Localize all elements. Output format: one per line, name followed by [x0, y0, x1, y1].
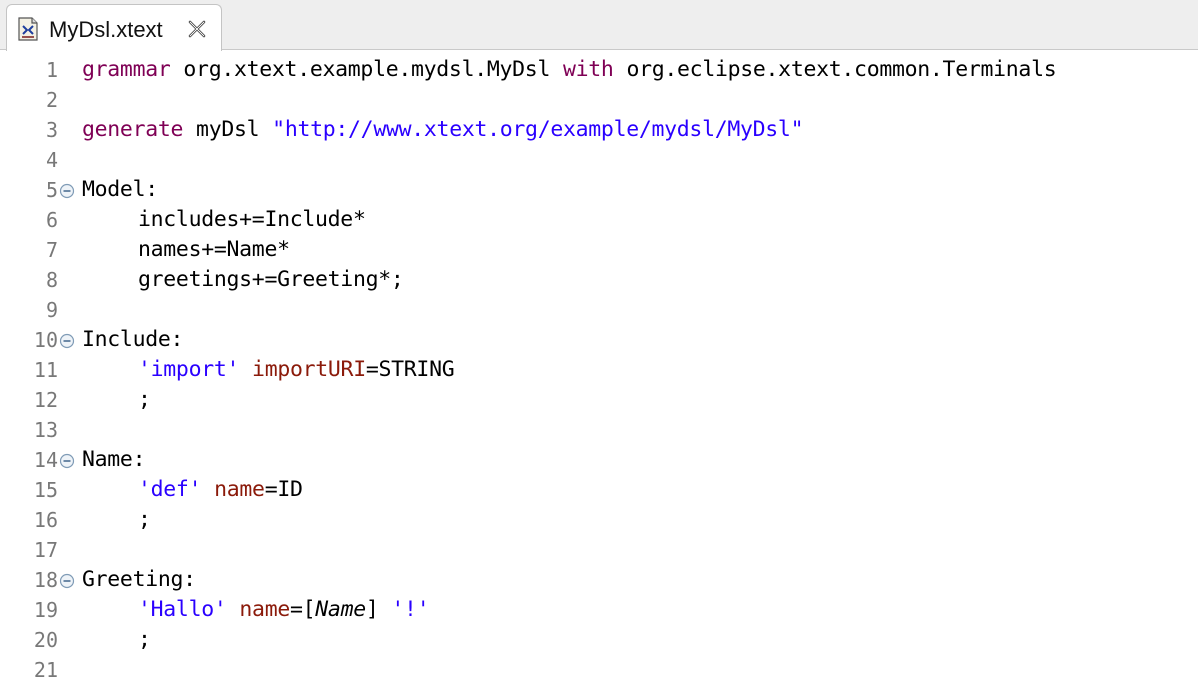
code-line[interactable]: 13: [0, 415, 1198, 445]
collapse-icon[interactable]: [59, 453, 75, 469]
line-number: 12: [33, 388, 58, 412]
code-token: =[: [289, 597, 316, 622]
code-line[interactable]: 3 generate myDsl "http://www.xtext.org/exam…: [0, 115, 1198, 145]
line-number: 8: [45, 268, 58, 292]
code-line[interactable]: 18 Greeting:: [0, 565, 1198, 595]
string-token: 'Hallo': [138, 597, 227, 622]
code-text: 'Hallo' name=[Name] '!': [138, 597, 430, 622]
code-text: generate myDsl "http://www.xtext.org/examp…: [82, 117, 804, 142]
code-text: Model:: [82, 177, 158, 202]
code-token: org.eclipse.xtext.common.Terminals: [626, 57, 1057, 82]
code-token: Include:: [82, 327, 184, 352]
code-line[interactable]: 6 includes+=Include*: [0, 205, 1198, 235]
code-token: =ID: [264, 477, 303, 502]
string-token: 'def': [138, 477, 202, 502]
code-line[interactable]: 11 'import' importURI=STRING: [0, 355, 1198, 385]
line-number: 15: [33, 478, 58, 502]
line-number: 17: [33, 538, 58, 562]
line-number: 14: [33, 448, 58, 472]
string-token: '!': [391, 597, 430, 622]
code-line[interactable]: 21: [0, 655, 1198, 685]
code-line[interactable]: 5 Model:: [0, 175, 1198, 205]
feature-token: name: [214, 477, 265, 502]
keyword-token: generate: [82, 117, 184, 142]
code-text: Name:: [82, 447, 146, 472]
line-number: 16: [33, 508, 58, 532]
xtext-file-icon: [17, 17, 39, 41]
code-token: names+=Name*: [138, 237, 290, 262]
code-token: greetings+=Greeting*;: [138, 267, 404, 292]
feature-token: importURI: [252, 357, 366, 382]
line-number: 13: [33, 418, 58, 442]
code-line[interactable]: 9: [0, 295, 1198, 325]
code-editor[interactable]: 1 grammar org.xtext.example.mydsl.MyDsl wit…: [0, 51, 1198, 690]
line-number: 6: [45, 208, 58, 232]
code-text: ;: [138, 507, 151, 532]
cross-ref-token: Name: [315, 597, 366, 622]
collapse-icon[interactable]: [59, 333, 75, 349]
feature-token: name: [239, 597, 290, 622]
tab-title: MyDsl.xtext: [49, 17, 163, 42]
code-line[interactable]: 17: [0, 535, 1198, 565]
code-token: org.xtext.example.mydsl.MyDsl: [183, 57, 551, 82]
code-text: Include:: [82, 327, 183, 352]
code-line[interactable]: 2: [0, 85, 1198, 115]
code-token: Name:: [82, 447, 146, 472]
code-text: Greeting:: [82, 567, 196, 592]
code-line[interactable]: 1 grammar org.xtext.example.mydsl.MyDsl wit…: [0, 55, 1198, 85]
code-token: =STRING: [365, 357, 455, 382]
line-number: 10: [33, 328, 58, 352]
collapse-icon[interactable]: [59, 573, 75, 589]
line-number: 19: [33, 598, 58, 622]
code-text: ;: [138, 627, 151, 652]
string-token: "http://www.xtext.org/example/mydsl/MyDs…: [272, 117, 804, 142]
code-token: includes+=Include*: [138, 207, 366, 232]
code-token: ;: [138, 507, 151, 532]
code-line[interactable]: 14 Name:: [0, 445, 1198, 475]
line-number: 18: [33, 568, 58, 592]
line-number: 2: [45, 88, 58, 112]
close-icon[interactable]: [187, 19, 207, 39]
code-text: grammar org.xtext.example.mydsl.MyDsl with…: [82, 57, 1057, 82]
code-line[interactable]: 15 'def' name=ID: [0, 475, 1198, 505]
code-text: 'import' importURI=STRING: [138, 357, 455, 382]
code-token: Greeting:: [82, 567, 196, 592]
code-line[interactable]: 10 Include:: [0, 325, 1198, 355]
code-line[interactable]: 12;: [0, 385, 1198, 415]
code-line[interactable]: 20;: [0, 625, 1198, 655]
code-token: ]: [365, 597, 379, 622]
line-number: 3: [45, 118, 58, 142]
code-line[interactable]: 4: [0, 145, 1198, 175]
string-token: 'import': [138, 357, 240, 382]
tab-mydsl-xtext[interactable]: MyDsl.xtext: [6, 4, 222, 51]
code-token: ;: [138, 387, 151, 412]
code-text: names+=Name*: [138, 237, 290, 262]
line-number: 21: [33, 658, 58, 682]
code-line[interactable]: 19 'Hallo' name=[Name] '!': [0, 595, 1198, 625]
code-token: myDsl: [196, 117, 260, 142]
line-number: 20: [33, 628, 58, 652]
code-text: ;: [138, 387, 151, 412]
code-token: Model:: [82, 177, 158, 202]
editor-tab-bar: MyDsl.xtext: [0, 0, 1198, 51]
code-token: ;: [138, 627, 151, 652]
line-number: 5: [45, 178, 58, 202]
code-line[interactable]: 8 greetings+=Greeting*;: [0, 265, 1198, 295]
collapse-icon[interactable]: [59, 183, 75, 199]
line-number: 9: [45, 298, 58, 322]
code-text: greetings+=Greeting*;: [138, 267, 404, 292]
code-line[interactable]: 7 names+=Name*: [0, 235, 1198, 265]
code-text: 'def' name=ID: [138, 477, 303, 502]
line-number: 7: [45, 238, 58, 262]
line-number: 1: [45, 58, 58, 82]
line-number: 11: [33, 358, 58, 382]
code-text: includes+=Include*: [138, 207, 366, 232]
keyword-token: grammar: [82, 57, 171, 82]
keyword-token: with: [562, 57, 614, 82]
line-number: 4: [45, 148, 58, 172]
code-line[interactable]: 16;: [0, 505, 1198, 535]
